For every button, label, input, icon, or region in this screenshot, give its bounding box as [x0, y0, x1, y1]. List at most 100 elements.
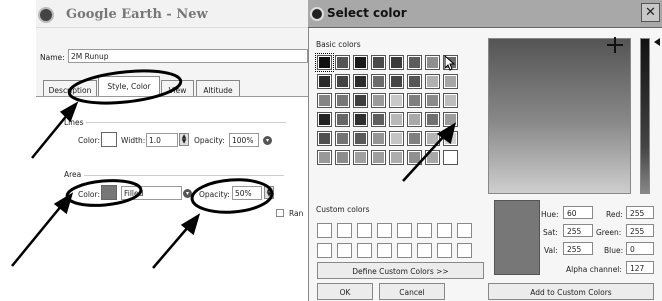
alpha-channel-label: Alpha channel:	[566, 265, 622, 274]
basic-color-swatch[interactable]	[335, 55, 350, 70]
basic-color-swatch[interactable]	[389, 150, 404, 165]
basic-color-swatch[interactable]	[425, 112, 440, 127]
lines-opacity-input[interactable]: 100%	[229, 133, 259, 147]
basic-color-swatch[interactable]	[371, 150, 386, 165]
basic-color-swatch[interactable]	[407, 131, 422, 146]
custom-color-slot[interactable]	[377, 243, 392, 258]
crosshair-icon	[607, 37, 623, 53]
custom-color-slot[interactable]	[337, 223, 352, 238]
basic-color-swatch[interactable]	[425, 131, 440, 146]
basic-color-swatch[interactable]	[389, 93, 404, 108]
basic-color-swatch[interactable]	[353, 112, 368, 127]
red-input[interactable]: 255	[626, 206, 654, 219]
define-custom-colors-button[interactable]: Define Custom Colors >>	[317, 262, 484, 279]
basic-color-swatch[interactable]	[407, 55, 422, 70]
area-opacity-input[interactable]: 50%	[232, 186, 262, 200]
basic-color-swatch[interactable]	[317, 74, 332, 89]
basic-color-swatch[interactable]	[353, 150, 368, 165]
basic-color-swatch[interactable]	[425, 55, 440, 70]
basic-color-swatch[interactable]	[335, 93, 350, 108]
name-input[interactable]: 2M Runup	[68, 49, 308, 63]
close-icon[interactable]: ✕	[641, 3, 660, 22]
custom-color-slot[interactable]	[437, 223, 452, 238]
basic-color-swatch[interactable]	[371, 74, 386, 89]
basic-color-swatch[interactable]	[443, 131, 458, 146]
width-spinner[interactable]: ▲ ▼	[179, 133, 189, 146]
google-earth-logo-icon	[38, 7, 54, 23]
custom-color-slot[interactable]	[357, 243, 372, 258]
basic-colors-label: Basic colors	[316, 40, 361, 49]
custom-color-slot[interactable]	[357, 223, 372, 238]
basic-color-swatch[interactable]	[315, 53, 334, 72]
area-color-label: Color:	[78, 190, 100, 199]
lines-opacity-dropdown[interactable]: ▾	[263, 136, 272, 145]
basic-color-swatch[interactable]	[389, 74, 404, 89]
custom-color-slot[interactable]	[317, 243, 332, 258]
blue-input[interactable]: 0	[626, 242, 654, 255]
custom-color-slot[interactable]	[417, 243, 432, 258]
hue-input[interactable]: 60	[563, 206, 593, 219]
basic-color-swatch[interactable]	[425, 150, 440, 165]
basic-color-swatch[interactable]	[353, 74, 368, 89]
basic-color-swatch[interactable]	[317, 93, 332, 108]
basic-color-swatch[interactable]	[371, 55, 386, 70]
basic-color-swatch[interactable]	[389, 55, 404, 70]
area-color-button[interactable]	[101, 185, 117, 200]
alpha-channel-input[interactable]: 127	[626, 261, 654, 274]
ok-button[interactable]: OK	[317, 283, 373, 300]
basic-color-swatch[interactable]	[335, 112, 350, 127]
basic-color-swatch[interactable]	[371, 131, 386, 146]
basic-color-swatch[interactable]	[443, 112, 458, 127]
basic-color-swatch[interactable]	[443, 150, 458, 165]
basic-color-swatch[interactable]	[389, 112, 404, 127]
random-checkbox[interactable]	[276, 209, 284, 217]
lines-color-button[interactable]	[101, 132, 117, 147]
custom-color-slot[interactable]	[457, 243, 472, 258]
hue-label: Hue:	[541, 210, 559, 219]
custom-color-slot[interactable]	[397, 243, 412, 258]
area-fill-select[interactable]: Filled	[121, 186, 182, 200]
custom-color-slot[interactable]	[397, 223, 412, 238]
basic-color-swatch[interactable]	[407, 150, 422, 165]
basic-color-swatch[interactable]	[407, 93, 422, 108]
basic-color-swatch[interactable]	[407, 112, 422, 127]
custom-colors-grid	[317, 223, 472, 258]
custom-color-slot[interactable]	[417, 223, 432, 238]
width-input[interactable]: 1.0	[146, 133, 178, 147]
custom-color-slot[interactable]	[377, 223, 392, 238]
custom-color-slot[interactable]	[337, 243, 352, 258]
cancel-button[interactable]: Cancel	[379, 283, 445, 300]
basic-color-swatch[interactable]	[317, 150, 332, 165]
basic-color-swatch[interactable]	[407, 74, 422, 89]
basic-color-swatch[interactable]	[353, 55, 368, 70]
green-input[interactable]: 255	[626, 224, 654, 237]
basic-color-swatch[interactable]	[335, 131, 350, 146]
color-spectrum[interactable]	[488, 38, 631, 194]
basic-color-swatch[interactable]	[371, 93, 386, 108]
sat-label: Sat:	[543, 228, 558, 237]
basic-color-swatch[interactable]	[443, 74, 458, 89]
basic-color-swatch[interactable]	[425, 74, 440, 89]
blue-label: Blue:	[604, 246, 624, 255]
custom-color-slot[interactable]	[317, 223, 332, 238]
custom-color-slot[interactable]	[437, 243, 452, 258]
area-fill-dropdown[interactable]: ▾	[183, 189, 192, 198]
luminance-slider[interactable]	[640, 38, 650, 194]
sat-input[interactable]: 255	[563, 224, 593, 237]
val-input[interactable]: 255	[563, 242, 593, 255]
basic-color-swatch[interactable]	[389, 131, 404, 146]
basic-color-swatch[interactable]	[335, 74, 350, 89]
basic-color-swatch[interactable]	[317, 131, 332, 146]
basic-color-swatch[interactable]	[371, 112, 386, 127]
custom-color-slot[interactable]	[457, 223, 472, 238]
basic-color-swatch[interactable]	[425, 93, 440, 108]
basic-color-swatch[interactable]	[335, 150, 350, 165]
slider-arrow-icon[interactable]	[654, 38, 660, 46]
add-to-custom-colors-button[interactable]: Add to Custom Colors	[488, 283, 654, 300]
basic-color-swatch[interactable]	[353, 131, 368, 146]
basic-color-swatch[interactable]	[353, 93, 368, 108]
area-opacity-spinner[interactable]: ▲ ▼	[264, 186, 274, 199]
basic-color-swatch[interactable]	[443, 93, 458, 108]
basic-color-swatch[interactable]	[317, 112, 332, 127]
area-group-divider	[84, 175, 284, 176]
